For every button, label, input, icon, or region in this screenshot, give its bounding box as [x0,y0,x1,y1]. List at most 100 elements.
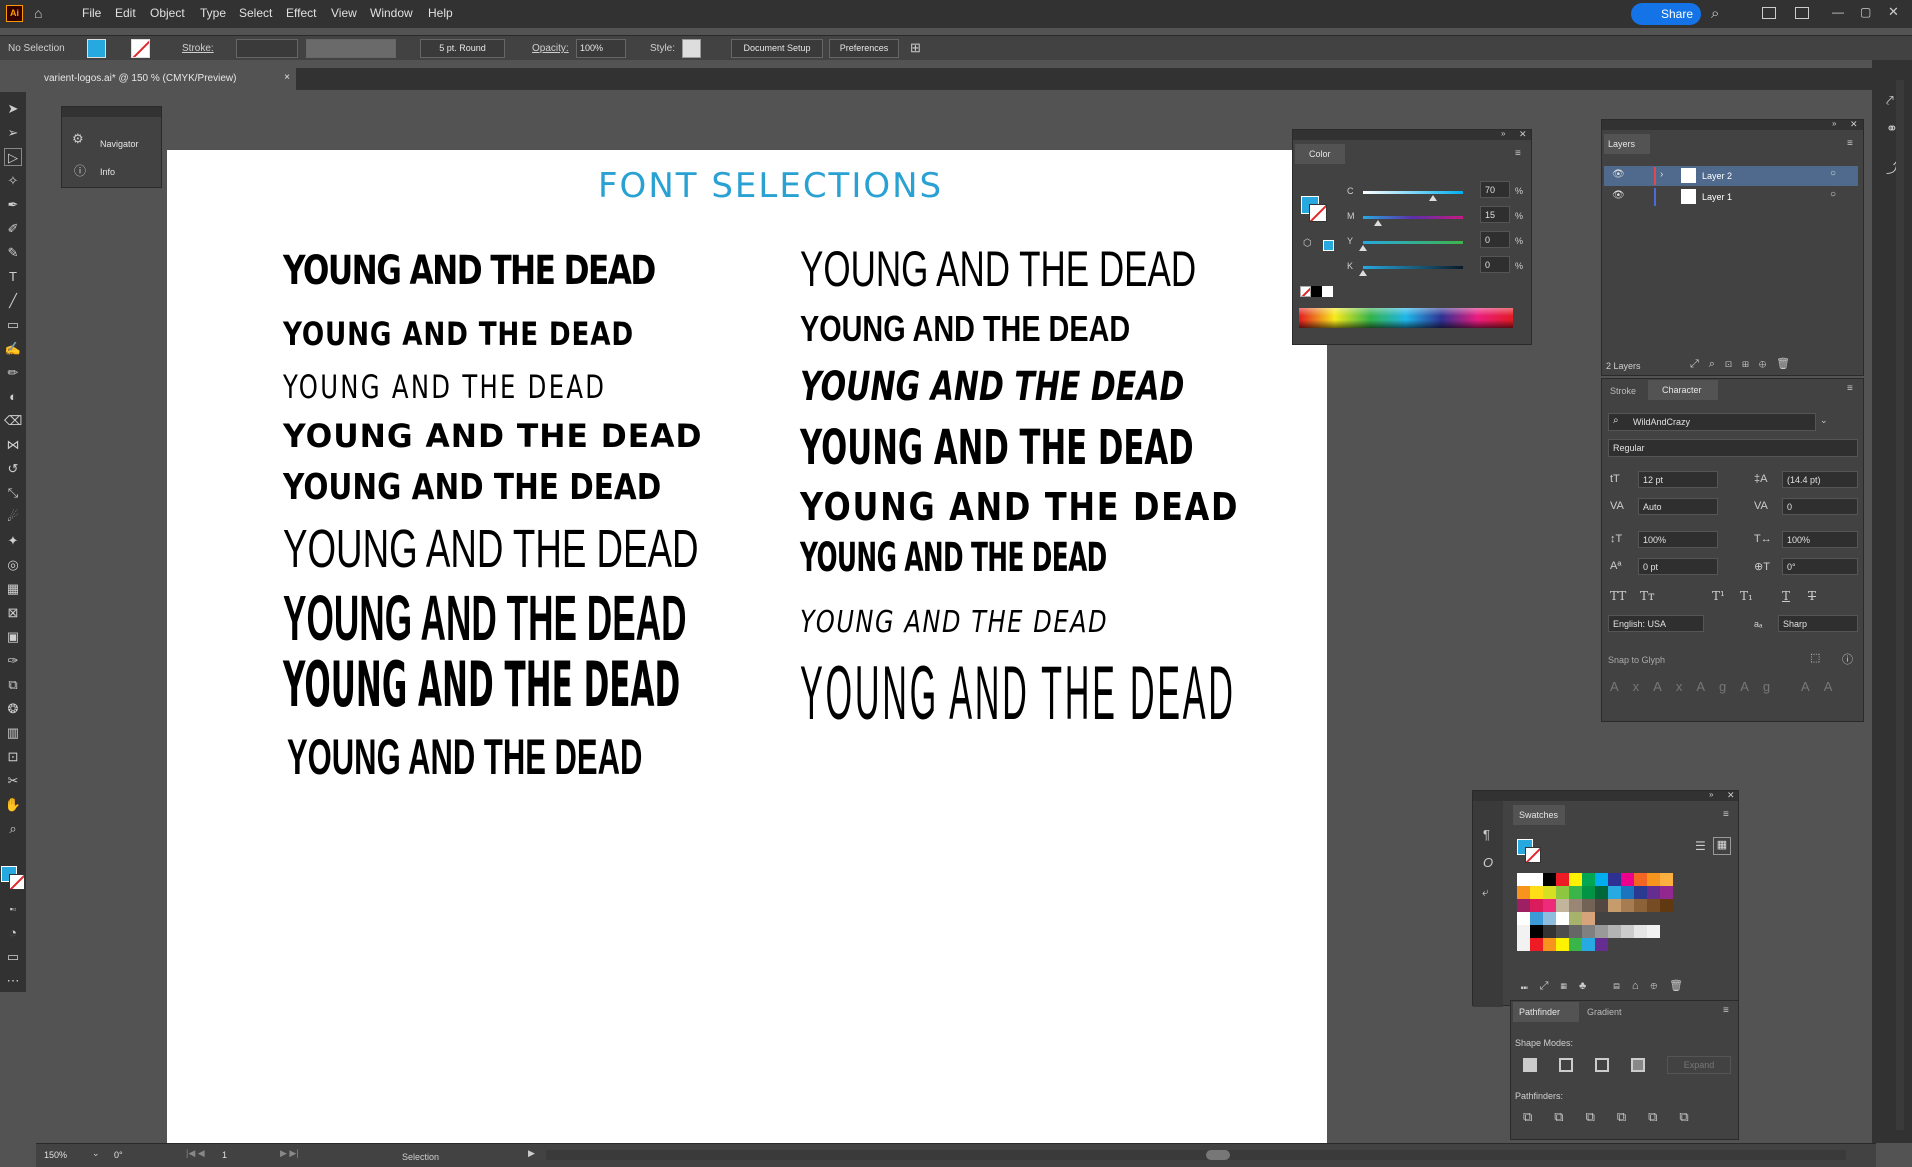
color-swatch[interactable] [1517,873,1530,886]
horizontal-scale-field[interactable]: 100% [1782,531,1858,548]
zoom-dropdown-icon[interactable]: ⌄ [92,1148,100,1159]
color-stroke-icon[interactable] [1309,204,1327,222]
list-view-icon[interactable]: ☰ [1695,839,1706,853]
visibility-eye-icon[interactable]: 👁 [1612,169,1625,180]
leading-field[interactable]: (14.4 pt) [1782,471,1858,488]
color-swatch[interactable] [1634,886,1647,899]
blend-tool-icon[interactable]: ⧉ [4,676,22,694]
zoom-tool-icon[interactable]: ⌕ [4,820,22,838]
color-swatch[interactable] [1621,925,1634,938]
grid-view-icon[interactable]: ▦ [1713,837,1731,855]
character-tab[interactable]: Character [1648,380,1718,400]
puppet-warp-icon[interactable]: ✦ [4,532,22,550]
all-caps-icon[interactable]: TT [1610,589,1626,603]
swatch-actions-icons[interactable]: ⑉⤢▦♣ ▤⌂⊕🗑 [1521,979,1695,993]
unite-icon[interactable] [1523,1058,1537,1072]
menu-edit[interactable]: Edit [115,6,136,20]
scale-tool-icon[interactable]: ⤡ [4,484,22,502]
color-mode-icon[interactable]: ▪▫ [4,900,22,918]
menu-type[interactable]: Type [200,6,226,20]
color-swatch[interactable] [1608,899,1621,912]
panel-menu-icon[interactable]: ≡ [1723,809,1729,820]
color-swatch[interactable] [1543,886,1556,899]
color-swatch[interactable] [1647,886,1660,899]
search-icon[interactable]: ⌕ [1711,5,1719,22]
color-swatch[interactable] [1556,912,1569,925]
status-arrow-icon[interactable]: ▶ [528,1148,535,1159]
kerning-field[interactable]: Auto [1638,498,1718,515]
preferences-button[interactable]: Preferences [829,39,899,58]
color-swatch[interactable] [1582,925,1595,938]
color-swatch[interactable] [1647,873,1660,886]
restore-icon[interactable]: ▢ [1860,5,1871,19]
gradient-tool-icon[interactable]: ▣ [4,628,22,646]
color-swatch[interactable] [1543,938,1556,951]
color-swatch[interactable] [1582,886,1595,899]
cc-libraries-icon[interactable]: ⤤ [1886,92,1894,109]
color-swatch[interactable] [1543,925,1556,938]
artboard[interactable]: FONT SELECTIONS YOUNG AND THE DEAD YOUNG… [167,150,1327,1144]
vertical-scrollbar[interactable] [1896,80,1904,1130]
color-swatch[interactable] [1530,899,1543,912]
rotation-field[interactable]: 0° [1782,558,1858,575]
magic-wand-icon[interactable]: ✧ [4,172,22,190]
expand-button[interactable]: Expand [1667,1056,1731,1074]
color-tab[interactable]: Color [1295,144,1345,164]
color-swatch[interactable] [1517,925,1530,938]
baseline-shift-field[interactable]: 0 pt [1638,558,1718,575]
color-swatch[interactable] [1530,886,1543,899]
language-field[interactable]: English: USA [1608,615,1704,632]
scroll-thumb[interactable] [1206,1150,1230,1160]
pathfinder-ops-icons[interactable]: ⧉⧉⧉⧉⧉⧉ [1523,1109,1711,1125]
color-swatch[interactable] [1517,912,1530,925]
layers-tab[interactable]: Layers [1604,134,1650,154]
workspace-icon[interactable] [1795,7,1809,19]
color-swatch[interactable] [1530,938,1543,951]
collapse-icon[interactable]: » [1501,129,1505,138]
info-icon[interactable]: ⓘ [74,162,86,179]
panel-menu-icon[interactable]: ≡ [1723,1005,1729,1016]
close-panel-icon[interactable]: ✕ [1850,119,1858,130]
screen-mode-icon[interactable]: ▭ [4,948,22,966]
warp-tool-icon[interactable]: ☄ [4,508,22,526]
snap-options-icons[interactable]: AxAxAgAg AA [1610,679,1846,694]
antialias-field[interactable]: Sharp [1778,615,1858,632]
export-icon[interactable]: ⤶ [1482,885,1489,900]
font-style-field[interactable]: Regular [1608,439,1858,457]
artboard-tool-icon[interactable]: ⊡ [4,748,22,766]
color-swatch[interactable] [1556,899,1569,912]
pathfinder-tab[interactable]: Pathfinder [1513,1002,1579,1022]
document-setup-button[interactable]: Document Setup [731,39,823,58]
white-swatch[interactable] [1322,286,1333,297]
layer-name[interactable]: Layer 1 [1702,192,1732,202]
color-swatch[interactable] [1517,899,1530,912]
subscript-icon[interactable]: T₁ [1740,589,1753,603]
color-swatch[interactable] [1569,886,1582,899]
color-swatch-small[interactable] [1323,240,1334,251]
pen-tool-icon[interactable]: ✒ [4,196,22,214]
tracking-field[interactable]: 0 [1782,498,1858,515]
m-slider-thumb[interactable] [1374,220,1382,226]
swatches-tab[interactable]: Swatches [1513,805,1565,825]
eyedropper-tool-icon[interactable]: ✑ [4,652,22,670]
type-tool-icon[interactable]: T [4,268,22,286]
menu-view[interactable]: View [331,6,357,20]
rotate-view-field[interactable]: 0° [110,1147,164,1164]
eraser-tool-icon[interactable]: ⌫ [4,412,22,430]
panel-menu-icon[interactable]: ≡ [1847,138,1853,149]
stroke-swatch[interactable] [131,39,150,58]
home-icon[interactable]: ⌂ [34,5,42,21]
color-swatch[interactable] [1543,912,1556,925]
collapse-icon[interactable]: » [1709,790,1713,799]
artboard-number-field[interactable]: 1 [218,1147,268,1164]
strikethrough-icon[interactable]: T [1808,589,1816,603]
paintbrush-tool-icon[interactable]: ✍ [4,340,22,358]
intersect-icon[interactable] [1595,1058,1609,1072]
color-swatch[interactable] [1660,886,1673,899]
info-label[interactable]: Info [100,167,115,177]
paragraph-icon[interactable]: ¶ [1483,827,1490,842]
stroke-weight-field[interactable] [236,39,298,58]
rectangle-tool-icon[interactable]: ▭ [4,316,22,334]
glyph-icon[interactable]: ⬚ [1810,651,1820,664]
more-tools-icon[interactable]: ⋯ [4,972,22,990]
